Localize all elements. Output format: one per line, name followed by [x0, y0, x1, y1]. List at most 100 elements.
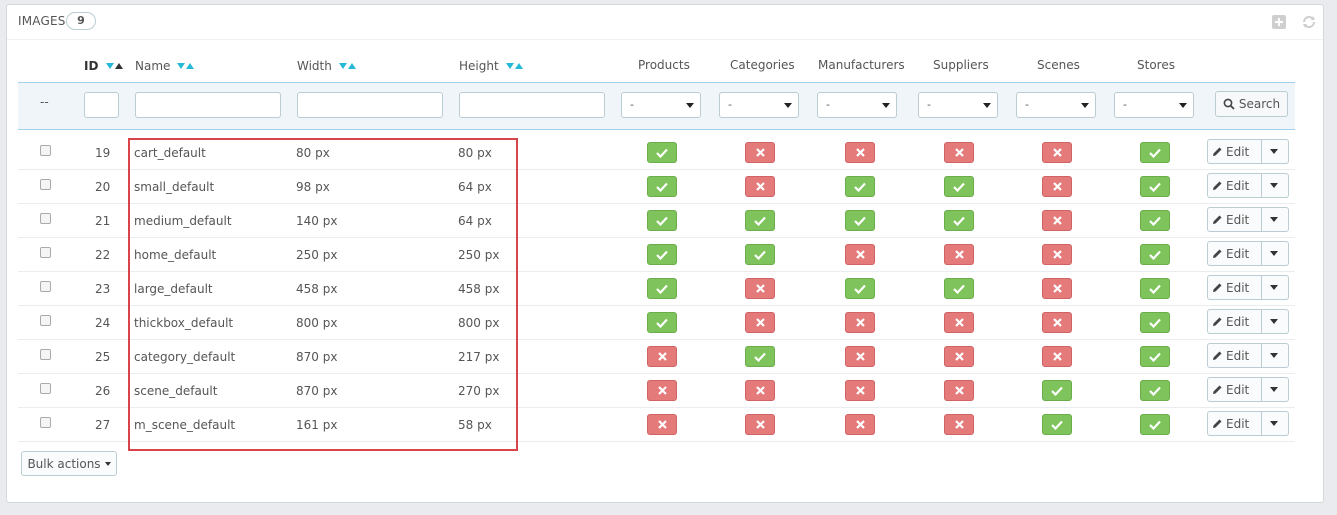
row-checkbox[interactable] — [40, 383, 51, 394]
dropdown-caret-icon[interactable] — [1270, 217, 1278, 222]
products-status-enabled[interactable] — [647, 210, 677, 231]
search-button[interactable]: Search — [1215, 91, 1288, 117]
dropdown-caret-icon[interactable] — [1270, 387, 1278, 392]
refresh-icon[interactable] — [1301, 14, 1317, 30]
categories-status-disabled[interactable] — [745, 278, 775, 299]
row-checkbox[interactable] — [40, 349, 51, 360]
sort-desc-icon[interactable] — [177, 63, 186, 69]
sort-arrows-icon[interactable] — [338, 58, 357, 72]
categories-status-disabled[interactable] — [745, 380, 775, 401]
column-header-id[interactable]: ID — [84, 58, 124, 73]
filter-products-select[interactable]: - — [621, 92, 701, 118]
sort-arrows-icon[interactable] — [177, 58, 195, 72]
edit-button-group[interactable]: Edit — [1207, 411, 1289, 436]
suppliers-status-disabled[interactable] — [944, 244, 974, 265]
row-checkbox[interactable] — [40, 417, 51, 428]
scenes-status-enabled[interactable] — [1042, 380, 1072, 401]
row-checkbox[interactable] — [40, 213, 51, 224]
products-status-enabled[interactable] — [647, 244, 677, 265]
dropdown-caret-icon[interactable] — [1270, 319, 1278, 324]
categories-status-disabled[interactable] — [745, 312, 775, 333]
categories-status-enabled[interactable] — [745, 244, 775, 265]
products-status-enabled[interactable] — [647, 278, 677, 299]
products-status-disabled[interactable] — [647, 346, 677, 367]
edit-button[interactable]: Edit — [1212, 242, 1249, 265]
suppliers-status-disabled[interactable] — [944, 346, 974, 367]
edit-button-group[interactable]: Edit — [1207, 139, 1289, 164]
products-status-enabled[interactable] — [647, 176, 677, 197]
suppliers-status-enabled[interactable] — [944, 278, 974, 299]
suppliers-status-disabled[interactable] — [944, 142, 974, 163]
filter-width-input[interactable] — [297, 92, 443, 118]
scenes-status-disabled[interactable] — [1042, 278, 1072, 299]
stores-status-enabled[interactable] — [1140, 346, 1170, 367]
edit-button-group[interactable]: Edit — [1207, 377, 1289, 402]
scenes-status-disabled[interactable] — [1042, 312, 1072, 333]
column-header-name[interactable]: Name — [135, 58, 195, 73]
suppliers-status-enabled[interactable] — [944, 210, 974, 231]
manufacturers-status-enabled[interactable] — [845, 278, 875, 299]
column-header-height[interactable]: Height — [459, 58, 524, 73]
sort-desc-icon[interactable] — [105, 63, 114, 69]
edit-button[interactable]: Edit — [1212, 276, 1249, 299]
sort-arrows-icon[interactable] — [105, 58, 124, 72]
suppliers-status-disabled[interactable] — [944, 312, 974, 333]
edit-button[interactable]: Edit — [1212, 412, 1249, 435]
row-checkbox[interactable] — [40, 315, 51, 326]
stores-status-enabled[interactable] — [1140, 210, 1170, 231]
dropdown-caret-icon[interactable] — [1270, 353, 1278, 358]
products-status-enabled[interactable] — [647, 142, 677, 163]
stores-status-enabled[interactable] — [1140, 244, 1170, 265]
stores-status-enabled[interactable] — [1140, 312, 1170, 333]
scenes-status-disabled[interactable] — [1042, 244, 1072, 265]
filter-categories-select[interactable]: - — [719, 92, 799, 118]
dropdown-caret-icon[interactable] — [1270, 149, 1278, 154]
scenes-status-enabled[interactable] — [1042, 414, 1072, 435]
manufacturers-status-disabled[interactable] — [845, 312, 875, 333]
filter-id-input[interactable] — [84, 92, 119, 118]
sort-arrows-icon[interactable] — [505, 58, 524, 72]
filter-manufacturers-select[interactable]: - — [817, 92, 897, 118]
categories-status-disabled[interactable] — [745, 414, 775, 435]
stores-status-enabled[interactable] — [1140, 176, 1170, 197]
edit-button[interactable]: Edit — [1212, 208, 1249, 231]
row-checkbox[interactable] — [40, 247, 51, 258]
suppliers-status-disabled[interactable] — [944, 414, 974, 435]
row-checkbox[interactable] — [40, 281, 51, 292]
categories-status-enabled[interactable] — [745, 210, 775, 231]
categories-status-disabled[interactable] — [745, 176, 775, 197]
filter-name-input[interactable] — [135, 92, 281, 118]
products-status-disabled[interactable] — [647, 414, 677, 435]
dropdown-caret-icon[interactable] — [1270, 183, 1278, 188]
stores-status-enabled[interactable] — [1140, 278, 1170, 299]
edit-button[interactable]: Edit — [1212, 140, 1249, 163]
sort-desc-icon[interactable] — [505, 63, 514, 69]
sort-desc-icon[interactable] — [338, 63, 347, 69]
manufacturers-status-disabled[interactable] — [845, 414, 875, 435]
stores-status-enabled[interactable] — [1140, 380, 1170, 401]
edit-button-group[interactable]: Edit — [1207, 275, 1289, 300]
filter-suppliers-select[interactable]: - — [918, 92, 998, 118]
sort-asc-icon[interactable] — [114, 63, 123, 69]
manufacturers-status-disabled[interactable] — [845, 380, 875, 401]
manufacturers-status-enabled[interactable] — [845, 210, 875, 231]
row-checkbox[interactable] — [40, 179, 51, 190]
sort-asc-icon[interactable] — [186, 63, 195, 69]
sort-asc-icon[interactable] — [514, 63, 523, 69]
stores-status-enabled[interactable] — [1140, 414, 1170, 435]
row-checkbox[interactable] — [40, 145, 51, 156]
sort-asc-icon[interactable] — [347, 63, 356, 69]
dropdown-caret-icon[interactable] — [1270, 251, 1278, 256]
products-status-disabled[interactable] — [647, 380, 677, 401]
column-header-width[interactable]: Width — [297, 58, 357, 73]
edit-button[interactable]: Edit — [1212, 378, 1249, 401]
filter-height-input[interactable] — [459, 92, 605, 118]
edit-button-group[interactable]: Edit — [1207, 207, 1289, 232]
products-status-enabled[interactable] — [647, 312, 677, 333]
edit-button[interactable]: Edit — [1212, 344, 1249, 367]
dropdown-caret-icon[interactable] — [1270, 421, 1278, 426]
manufacturers-status-disabled[interactable] — [845, 244, 875, 265]
suppliers-status-disabled[interactable] — [944, 380, 974, 401]
filter-scenes-select[interactable]: - — [1016, 92, 1096, 118]
edit-button-group[interactable]: Edit — [1207, 309, 1289, 334]
